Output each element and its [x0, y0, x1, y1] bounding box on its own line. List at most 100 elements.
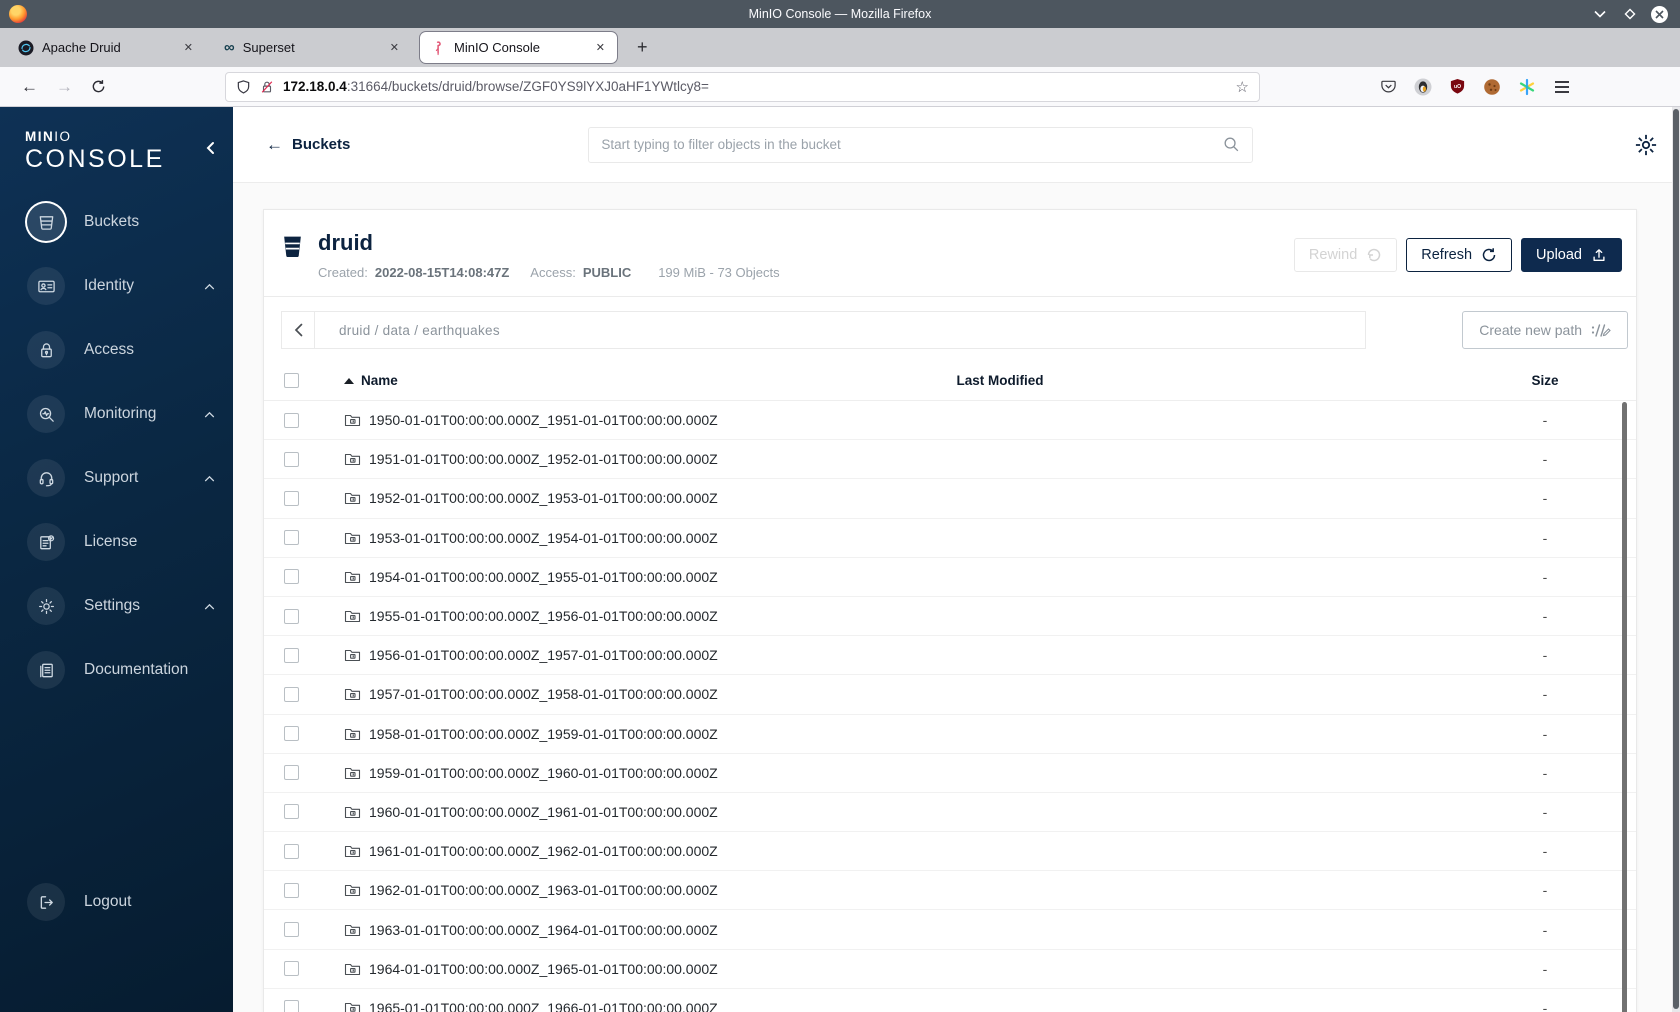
refresh-button[interactable]: Refresh [1406, 238, 1513, 272]
select-all-checkbox[interactable] [284, 373, 299, 388]
row-checkbox[interactable] [284, 412, 299, 428]
table-row[interactable]: 1958-01-01T00:00:00.000Z_1959-01-01T00:0… [264, 715, 1636, 754]
row-checkbox[interactable] [284, 961, 299, 977]
upload-button[interactable]: Upload [1521, 238, 1622, 272]
table-row[interactable]: 1964-01-01T00:00:00.000Z_1965-01-01T00:0… [264, 950, 1636, 989]
tab-close-icon[interactable]: ✕ [180, 39, 197, 56]
object-name[interactable]: 1953-01-01T00:00:00.000Z_1954-01-01T00:0… [369, 530, 718, 546]
object-name[interactable]: 1962-01-01T00:00:00.000Z_1963-01-01T00:0… [369, 882, 718, 898]
object-name[interactable]: 1954-01-01T00:00:00.000Z_1955-01-01T00:0… [369, 569, 718, 585]
new-tab-button[interactable]: + [629, 37, 656, 58]
row-checkbox[interactable] [284, 530, 299, 546]
row-checkbox[interactable] [284, 882, 299, 898]
back-to-buckets-link[interactable]: ← Buckets [266, 135, 350, 155]
row-checkbox[interactable] [284, 843, 299, 859]
object-name[interactable]: 1959-01-01T00:00:00.000Z_1960-01-01T00:0… [369, 765, 718, 781]
sidebar-item-access[interactable]: Access [0, 318, 233, 382]
browser-forward-button[interactable]: → [47, 75, 82, 99]
object-name[interactable]: 1963-01-01T00:00:00.000Z_1964-01-01T00:0… [369, 922, 718, 938]
table-row[interactable]: 1955-01-01T00:00:00.000Z_1956-01-01T00:0… [264, 597, 1636, 637]
table-row[interactable]: 1960-01-01T00:00:00.000Z_1961-01-01T00:0… [264, 793, 1636, 833]
sidebar-item-documentation[interactable]: Documentation [0, 638, 233, 702]
shield-permissions-icon[interactable] [236, 79, 251, 95]
multicolor-asterisk-extension-icon[interactable] [1518, 78, 1536, 96]
browser-back-button[interactable]: ← [12, 75, 47, 99]
console-settings-gear-icon[interactable] [1634, 133, 1658, 157]
create-new-path-button[interactable]: Create new path [1462, 311, 1628, 349]
page-scrollbar-thumb[interactable] [1673, 109, 1679, 1009]
table-row[interactable]: 1953-01-01T00:00:00.000Z_1954-01-01T00:0… [264, 519, 1636, 558]
url-bar[interactable]: 172.18.0.4:31664/buckets/druid/browse/ZG… [225, 71, 1260, 102]
sidebar-item-logout[interactable]: Logout [0, 870, 233, 934]
row-checkbox[interactable] [284, 922, 299, 938]
object-name[interactable]: 1957-01-01T00:00:00.000Z_1958-01-01T00:0… [369, 686, 718, 702]
object-name[interactable]: 1952-01-01T00:00:00.000Z_1953-01-01T00:0… [369, 490, 718, 506]
table-row[interactable]: 1965-01-01T00:00:00.000Z_1966-01-01T00:0… [264, 989, 1636, 1012]
table-row[interactable]: 1950-01-01T00:00:00.000Z_1951-01-01T00:0… [264, 401, 1636, 441]
sidebar-item-license[interactable]: License [0, 510, 233, 574]
tab-close-icon[interactable]: ✕ [592, 39, 609, 56]
object-name[interactable]: 1951-01-01T00:00:00.000Z_1952-01-01T00:0… [369, 451, 718, 467]
table-row[interactable]: 1963-01-01T00:00:00.000Z_1964-01-01T00:0… [264, 910, 1636, 950]
tab-close-icon[interactable]: ✕ [386, 39, 403, 56]
table-row[interactable]: 1956-01-01T00:00:00.000Z_1957-01-01T00:0… [264, 636, 1636, 676]
table-row[interactable]: 1962-01-01T00:00:00.000Z_1963-01-01T00:0… [264, 871, 1636, 911]
table-row[interactable]: 1952-01-01T00:00:00.000Z_1953-01-01T00:0… [264, 479, 1636, 519]
bookmark-star-icon[interactable]: ☆ [1236, 78, 1249, 96]
search-input[interactable] [601, 137, 1224, 152]
table-row[interactable]: 1959-01-01T00:00:00.000Z_1960-01-01T00:0… [264, 754, 1636, 793]
cookie-extension-icon[interactable] [1483, 78, 1501, 96]
browser-reload-button[interactable] [82, 77, 115, 96]
table-row[interactable]: 1961-01-01T00:00:00.000Z_1962-01-01T00:0… [264, 832, 1636, 872]
pocket-icon[interactable] [1380, 78, 1397, 95]
breadcrumb[interactable]: druid / data / earthquakes [315, 323, 500, 338]
sidebar-item-buckets[interactable]: Buckets [0, 190, 233, 254]
object-name[interactable]: 1955-01-01T00:00:00.000Z_1956-01-01T00:0… [369, 608, 718, 624]
table-scrollbar[interactable] [1622, 402, 1627, 1012]
browser-menu-icon[interactable] [1553, 77, 1571, 97]
window-minimize-button[interactable] [1591, 6, 1608, 23]
row-checkbox[interactable] [284, 726, 299, 742]
object-name[interactable]: 1964-01-01T00:00:00.000Z_1965-01-01T00:0… [369, 961, 718, 977]
column-header-name[interactable]: Name [361, 373, 398, 388]
rewind-button[interactable]: Rewind [1293, 238, 1398, 272]
insecure-lock-icon[interactable] [260, 79, 274, 95]
object-name[interactable]: 1956-01-01T00:00:00.000Z_1957-01-01T00:0… [369, 647, 718, 663]
row-checkbox[interactable] [284, 686, 299, 702]
object-name[interactable]: 1950-01-01T00:00:00.000Z_1951-01-01T00:0… [369, 412, 718, 428]
table-row[interactable]: 1951-01-01T00:00:00.000Z_1952-01-01T00:0… [264, 440, 1636, 480]
row-checkbox[interactable] [284, 647, 299, 663]
object-name[interactable]: 1960-01-01T00:00:00.000Z_1961-01-01T00:0… [369, 804, 718, 820]
ublock-origin-icon[interactable]: uO [1449, 78, 1466, 95]
row-checkbox[interactable] [284, 1000, 299, 1012]
sidebar-item-monitoring[interactable]: Monitoring [0, 382, 233, 446]
object-name[interactable]: 1958-01-01T00:00:00.000Z_1959-01-01T00:0… [369, 726, 718, 742]
row-checkbox[interactable] [284, 765, 299, 781]
row-checkbox[interactable] [284, 608, 299, 624]
path-back-button[interactable] [282, 312, 315, 348]
tab-apache-druid[interactable]: Apache Druid ✕ [8, 32, 205, 63]
tab-minio-console[interactable]: MinIO Console ✕ [420, 32, 617, 63]
row-checkbox[interactable] [284, 804, 299, 820]
row-checkbox[interactable] [284, 569, 299, 585]
sidebar-collapse-icon[interactable] [205, 141, 215, 155]
sort-ascending-icon[interactable] [344, 377, 354, 384]
sidebar-item-identity[interactable]: Identity [0, 254, 233, 318]
window-close-button[interactable] [1651, 5, 1668, 23]
window-maximize-button[interactable] [1621, 6, 1638, 23]
url-text[interactable]: 172.18.0.4:31664/buckets/druid/browse/ZG… [283, 79, 1227, 94]
object-name[interactable]: 1965-01-01T00:00:00.000Z_1966-01-01T00:0… [369, 1000, 718, 1012]
page-scrollbar[interactable] [1672, 107, 1680, 1012]
sidebar-item-support[interactable]: Support [0, 446, 233, 510]
penguin-extension-icon[interactable] [1414, 78, 1432, 96]
sidebar-item-settings[interactable]: Settings [0, 574, 233, 638]
column-header-last-modified[interactable]: Last Modified [860, 373, 1140, 388]
object-name[interactable]: 1961-01-01T00:00:00.000Z_1962-01-01T00:0… [369, 843, 718, 859]
column-header-size[interactable]: Size [1470, 373, 1620, 388]
tab-superset[interactable]: ∞ Superset ✕ [214, 32, 411, 63]
row-checkbox[interactable] [284, 490, 299, 506]
row-checkbox[interactable] [284, 451, 299, 467]
table-row[interactable]: 1957-01-01T00:00:00.000Z_1958-01-01T00:0… [264, 675, 1636, 715]
table-row[interactable]: 1954-01-01T00:00:00.000Z_1955-01-01T00:0… [264, 558, 1636, 597]
object-filter-searchbox[interactable] [588, 126, 1254, 163]
